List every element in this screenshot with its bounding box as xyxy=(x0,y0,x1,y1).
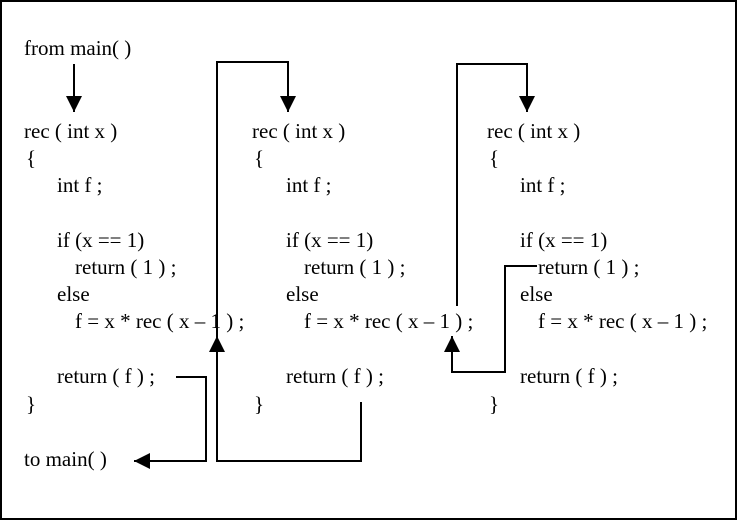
arrow-frame-3-return-to-frame-2 xyxy=(444,265,537,373)
arrow-frame-2-return-to-frame-1 xyxy=(209,336,362,462)
control-flow-arrows xyxy=(66,61,537,469)
arrow-frame-1-return-to-main xyxy=(134,376,207,469)
arrow-frame-2-to-frame-3 xyxy=(456,63,535,306)
arrow-frame-1-to-frame-2 xyxy=(216,61,296,348)
